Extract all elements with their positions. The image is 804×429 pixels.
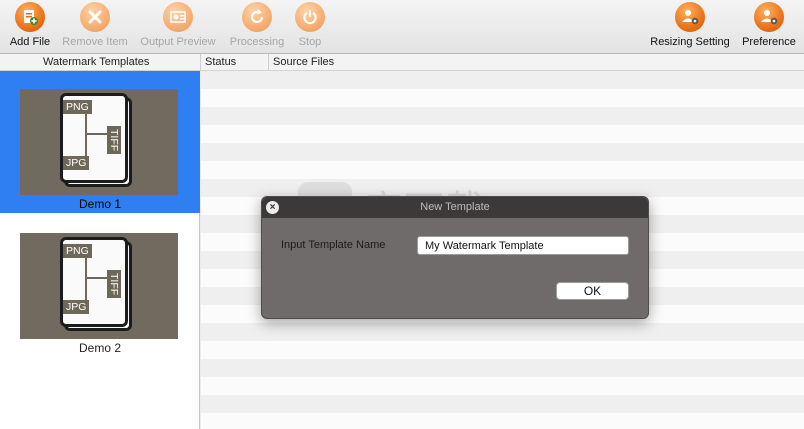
- column-watermark-templates[interactable]: Watermark Templates: [43, 56, 149, 68]
- template-item-demo-2[interactable]: PNG TIFF JPG Demo 2: [0, 215, 200, 357]
- output-preview-button[interactable]: Output Preview: [137, 2, 219, 48]
- format-label-jpg: JPG: [63, 156, 90, 170]
- ok-button[interactable]: OK: [556, 282, 629, 300]
- remove-item-button[interactable]: Remove Item: [60, 2, 130, 48]
- toolbar: Add File Remove Item Output Preview Proc…: [0, 0, 804, 54]
- format-label-png: PNG: [63, 244, 92, 258]
- dialog-title: New Template: [420, 201, 490, 213]
- column-source-files[interactable]: Source Files: [273, 56, 334, 68]
- format-label-jpg: JPG: [63, 300, 90, 314]
- template-name: Demo 1: [78, 197, 122, 211]
- add-file-icon: [15, 2, 45, 32]
- template-name-label: Input Template Name: [281, 239, 386, 251]
- stop-button[interactable]: Stop: [294, 2, 326, 48]
- preference-label: Preference: [742, 36, 796, 48]
- template-name: Demo 2: [78, 341, 122, 355]
- processing-icon: [242, 2, 272, 32]
- document-page: PNG TIFF JPG: [60, 237, 128, 327]
- template-name-input[interactable]: [417, 236, 629, 255]
- remove-item-label: Remove Item: [62, 36, 128, 48]
- template-item-demo-1[interactable]: PNG TIFF JPG Demo 1: [0, 71, 200, 213]
- resizing-setting-button[interactable]: Resizing Setting: [646, 2, 734, 48]
- preference-button[interactable]: Preference: [739, 2, 799, 48]
- add-file-label: Add File: [9, 36, 51, 48]
- stop-icon: [295, 2, 325, 32]
- resizing-setting-label: Resizing Setting: [650, 36, 730, 48]
- output-preview-label: Output Preview: [140, 36, 216, 48]
- template-sidebar: PNG TIFF JPG Demo 1 PNG TIFF JPG Demo 2: [0, 71, 200, 429]
- preference-icon: [754, 2, 784, 32]
- new-template-dialog: × New Template Input Template Name OK: [261, 196, 649, 319]
- format-label-tiff: TIFF: [107, 270, 121, 299]
- dialog-titlebar: × New Template: [262, 197, 648, 218]
- format-label-png: PNG: [63, 100, 92, 114]
- processing-button[interactable]: Processing: [227, 2, 287, 48]
- column-status[interactable]: Status: [205, 56, 236, 68]
- column-divider: [268, 54, 269, 71]
- template-thumbnail: PNG TIFF JPG: [20, 233, 178, 339]
- template-thumbnail: PNG TIFF JPG: [20, 89, 178, 195]
- remove-item-icon: [80, 2, 110, 32]
- column-divider: [200, 54, 201, 71]
- output-preview-icon: [163, 2, 193, 32]
- document-page: PNG TIFF JPG: [60, 93, 128, 183]
- stop-label: Stop: [298, 36, 322, 48]
- format-label-tiff: TIFF: [107, 126, 121, 155]
- column-header: Watermark Templates Status Source Files: [0, 54, 804, 71]
- processing-label: Processing: [229, 36, 285, 48]
- add-file-button[interactable]: Add File: [6, 2, 54, 48]
- resizing-setting-icon: [675, 2, 705, 32]
